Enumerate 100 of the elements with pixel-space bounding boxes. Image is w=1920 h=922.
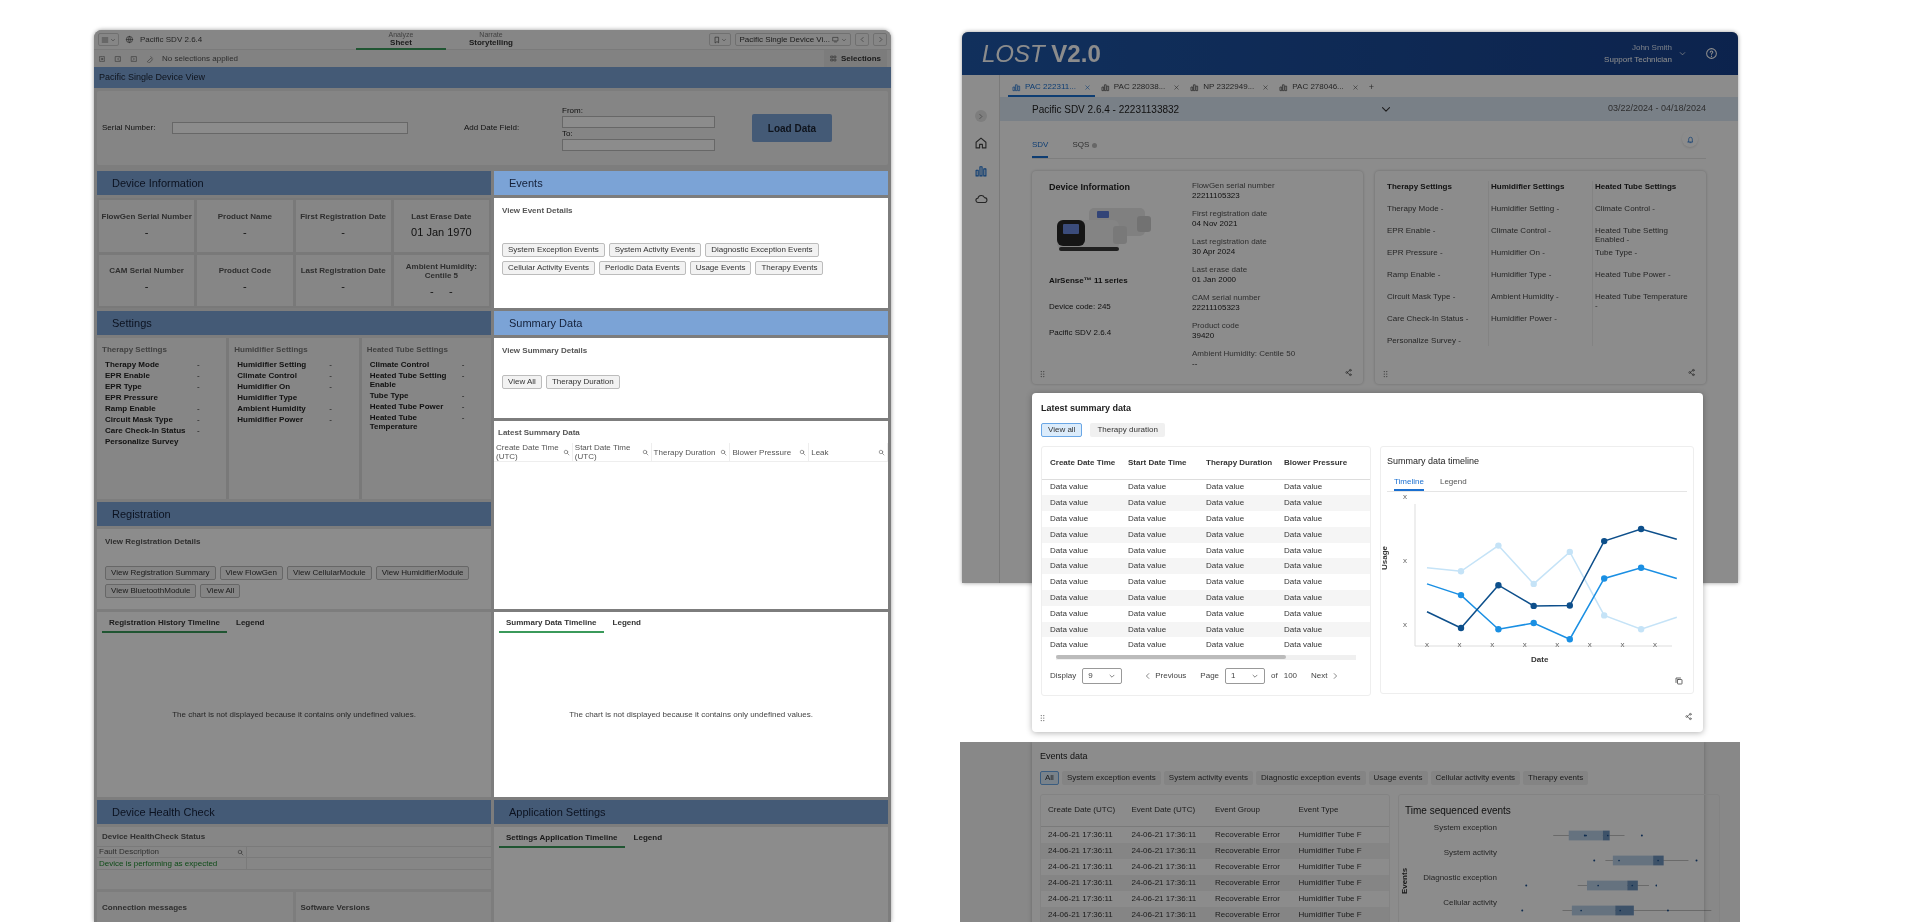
chart-tab[interactable]: Registration History Timeline [102,615,227,633]
share-icon[interactable] [1684,712,1693,721]
document-tab[interactable]: PAC 228038... [1096,79,1185,97]
serial-number-field[interactable] [172,122,408,134]
close-icon[interactable] [1173,83,1181,91]
bookmark-button[interactable] [709,33,732,46]
view-tab[interactable]: SDV [1032,134,1049,158]
action-button[interactable]: View CellularModule [287,566,372,580]
filter-chip[interactable]: Therapy duration [1090,422,1165,437]
page-size-select[interactable]: 9 [1082,667,1123,684]
chart-tab[interactable]: Legend [626,830,670,848]
search-icon[interactable] [799,448,807,456]
document-tab[interactable]: NP 2322949... [1186,79,1274,97]
drag-handle-icon[interactable] [1040,370,1045,378]
action-button[interactable]: View HumidifierModule [375,566,470,580]
bar-chart-icon [1279,82,1289,92]
table-cell-text: Humidifier Tube F [1298,892,1363,905]
action-button[interactable]: View Registration Summary [105,566,216,580]
previous-button[interactable]: Previous [1144,669,1187,682]
scrollbar[interactable] [1056,655,1286,660]
to-date-field[interactable] [562,138,715,151]
copy-icon[interactable] [1674,675,1684,686]
section-title: Device Information [112,175,204,191]
add-tab-button[interactable]: + [1364,79,1379,97]
search-icon[interactable] [878,448,885,456]
filter-chip[interactable]: Diagnostic exception events [1255,770,1366,785]
page-select[interactable]: 1 [1225,667,1266,684]
filter-chip[interactable]: System activity events [1163,770,1253,785]
field-value: 22211105323 [1192,190,1241,202]
search-icon[interactable] [237,848,244,856]
filter-chip[interactable]: Cellular activity events [1430,770,1521,785]
view-tab[interactable]: SQS [1072,134,1098,158]
close-icon[interactable] [1351,83,1359,91]
filter-chip[interactable]: View all [1041,422,1083,437]
drag-handle-icon[interactable] [1383,370,1388,378]
previous-sheet-button[interactable] [855,33,869,46]
bar-chart-icon[interactable] [973,164,988,178]
action-button[interactable]: System Activity Events [608,243,702,257]
next-button[interactable]: Next [1311,669,1339,682]
share-icon[interactable] [1687,368,1696,377]
share-icon[interactable] [1344,368,1353,377]
action-button[interactable]: Cellular Activity Events [502,261,595,275]
column-header: Create Date (UTC) [1048,804,1117,816]
device-model: AirSense™ 11 series [1049,274,1129,287]
table-cell-text: 24-06-21 17:36:11 [1048,860,1114,873]
chart-tab[interactable]: Settings Application Timeline [499,830,625,848]
chart-tab[interactable]: Legend [1439,475,1467,491]
expand-button[interactable] [974,110,987,122]
table-cell-text: Data value [1128,560,1168,573]
action-button[interactable]: Periodic Data Events [598,261,686,275]
next-sheet-button[interactable] [873,33,887,46]
table-cell-text: Data value [1206,544,1246,557]
search-icon[interactable] [641,448,649,456]
search-icon[interactable] [720,448,728,456]
cloud-icon[interactable] [973,192,988,206]
filter-chip[interactable]: All [1040,770,1059,785]
column-header: Create Date Time [1050,456,1117,469]
notification-button[interactable] [1682,131,1698,147]
chevron-down-icon[interactable] [1678,49,1687,58]
from-date-field[interactable] [562,115,715,128]
selections-button[interactable]: Selections [824,50,887,67]
document-tab[interactable]: PAC 278046... [1275,79,1363,97]
close-icon[interactable] [1083,83,1091,91]
action-button[interactable]: View BluetoothModule [105,584,197,598]
search-icon[interactable] [562,448,570,456]
action-button[interactable]: View All [200,584,241,598]
menu-button[interactable] [98,33,119,46]
filter-chip[interactable]: Therapy events [1523,770,1589,785]
setting-item: Climate Control - [1491,226,1553,237]
action-button[interactable]: Therapy Events [755,261,824,275]
table-cell-text: Data value [1284,576,1324,589]
action-button[interactable]: Diagnostic Exception Events [705,243,819,257]
action-button[interactable]: View FlowGen [219,566,283,580]
table-cell-text: Recoverable Error [1215,844,1281,857]
chevron-right-icon [876,36,884,43]
action-button[interactable]: View All [502,375,542,389]
chart-tab[interactable]: Timeline [1394,475,1424,491]
action-button[interactable]: Therapy Duration [545,375,620,389]
chart-tab[interactable]: Legend [605,615,648,633]
table-cell-text: Data value [1128,481,1168,494]
close-icon[interactable] [1262,83,1270,91]
action-button[interactable]: System Exception Events [502,243,605,257]
filter-chip[interactable]: Usage events [1368,770,1428,785]
setting-label: Personalize Survey [105,437,180,446]
filter-chip[interactable]: System exception events [1061,770,1161,785]
load-data-button[interactable]: Load Data [752,114,832,142]
table-cell-text: Data value [1050,639,1090,652]
clear-selections-icon[interactable] [146,54,154,63]
home-icon[interactable] [973,136,988,150]
table-cell-text: Data value [1128,513,1168,525]
sheet-selector[interactable]: Pacific Single Device Vi... [735,33,851,46]
field-label: Product code [1192,321,1241,330]
setting-value: - [329,371,332,380]
action-button[interactable]: Usage Events [689,261,752,275]
chart-tab[interactable]: Summary Data Timeline [499,615,604,633]
table-cell-text: Data value [1206,639,1246,652]
chart-tab[interactable]: Legend [229,615,272,633]
drag-handle-icon[interactable] [1040,714,1045,722]
panel-title: Latest Summary Data [497,427,581,439]
help-icon[interactable] [1705,47,1718,60]
